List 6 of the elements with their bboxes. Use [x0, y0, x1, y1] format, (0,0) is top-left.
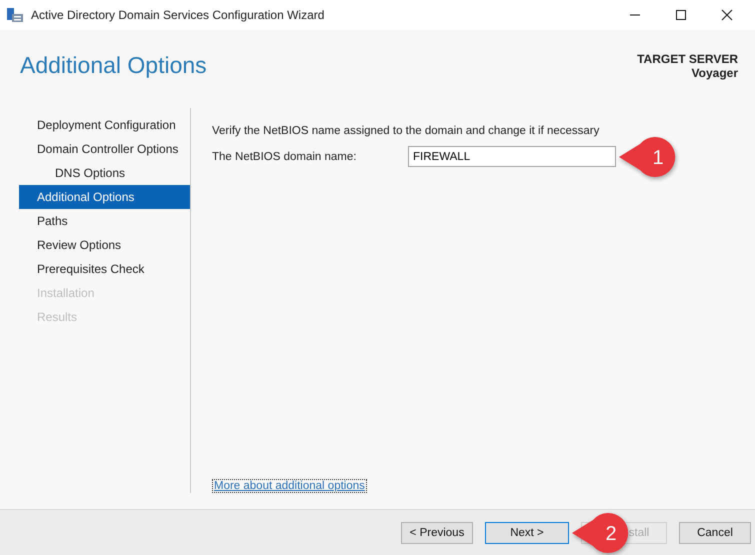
window-title: Active Directory Domain Services Configuration Wizard [31, 8, 324, 22]
field-label: The NetBIOS domain name: [212, 150, 358, 162]
target-server-name: Voyager [692, 66, 738, 80]
page-title: Additional Options [20, 52, 207, 78]
instruction-text: Verify the NetBIOS name assigned to the domain and change it if necessary [212, 125, 600, 137]
target-server-label: TARGET SERVER [637, 52, 738, 66]
